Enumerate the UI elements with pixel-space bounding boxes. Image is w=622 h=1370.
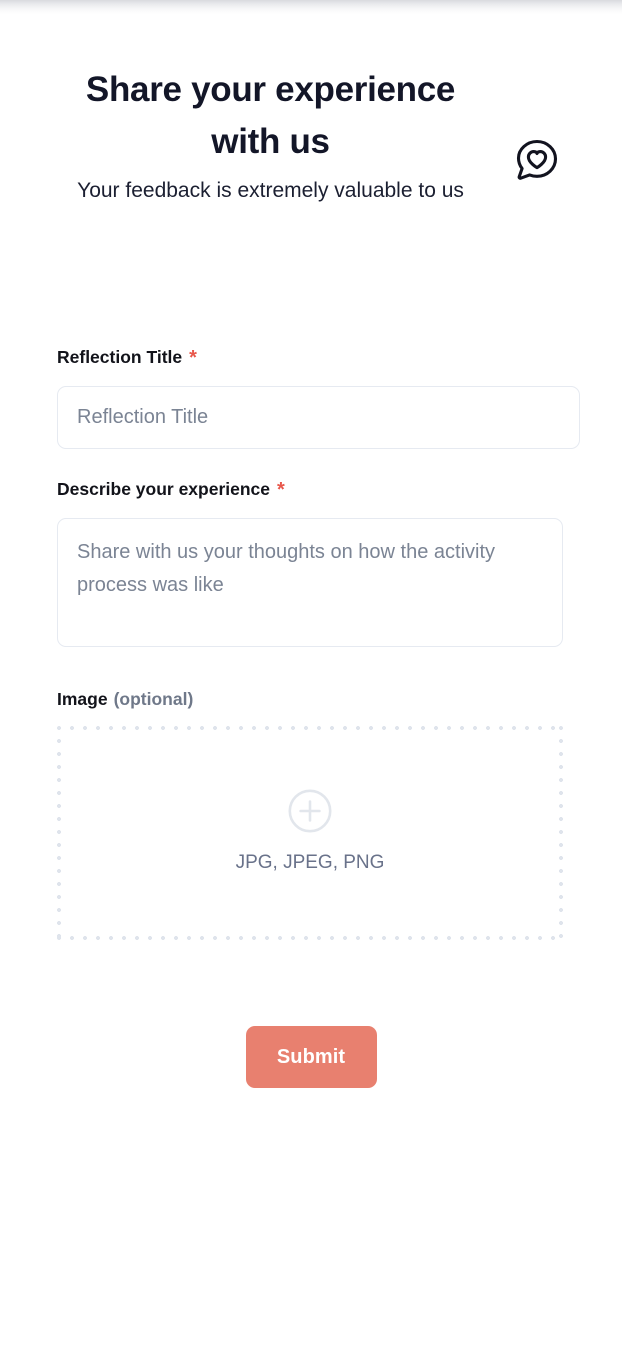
- reflection-title-label-text: Reflection Title: [57, 347, 183, 367]
- dropzone-accepted-formats: JPG, JPEG, PNG: [235, 852, 385, 873]
- dropzone-content: JPG, JPEG, PNG: [57, 789, 563, 875]
- feedback-form-page: Share your experience with us Your feedb…: [0, 0, 622, 1370]
- message-heart-icon: [516, 139, 558, 180]
- feedback-form: Reflection Title * Describe your experien…: [0, 346, 622, 940]
- image-upload-optional-text: (optional): [113, 689, 194, 709]
- image-dropzone[interactable]: JPG, JPEG, PNG: [57, 726, 563, 940]
- submit-button[interactable]: Submit: [245, 1026, 377, 1088]
- image-upload-label: Image (optional): [57, 688, 622, 710]
- describe-experience-label: Describe your experience *: [57, 478, 622, 501]
- page-header: Share your experience with us Your feedb…: [57, 64, 484, 211]
- field-image-upload: Image (optional) JPG, JPEG, PNG: [0, 688, 622, 940]
- reflection-title-input[interactable]: [57, 386, 580, 449]
- field-reflection-title: Reflection Title *: [0, 346, 622, 449]
- field-describe-experience: Describe your experience *: [0, 478, 622, 647]
- circle-plus-icon[interactable]: [288, 789, 332, 833]
- describe-experience-label-text: Describe your experience: [57, 479, 271, 499]
- reflection-title-label: Reflection Title *: [57, 346, 622, 369]
- page-subtitle: Your feedback is extremely valuable to u…: [77, 179, 464, 202]
- required-asterisk: *: [189, 347, 197, 369]
- submit-row: Submit: [0, 1026, 622, 1088]
- describe-experience-textarea[interactable]: [57, 518, 563, 647]
- page-title: Share your experience with us: [85, 70, 456, 161]
- required-asterisk: *: [277, 479, 285, 501]
- image-upload-label-text: Image: [57, 689, 108, 709]
